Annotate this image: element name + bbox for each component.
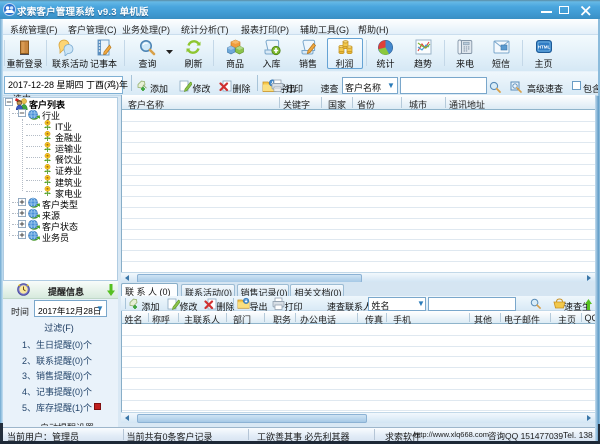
svg-text:HTML: HTML [538,45,551,50]
